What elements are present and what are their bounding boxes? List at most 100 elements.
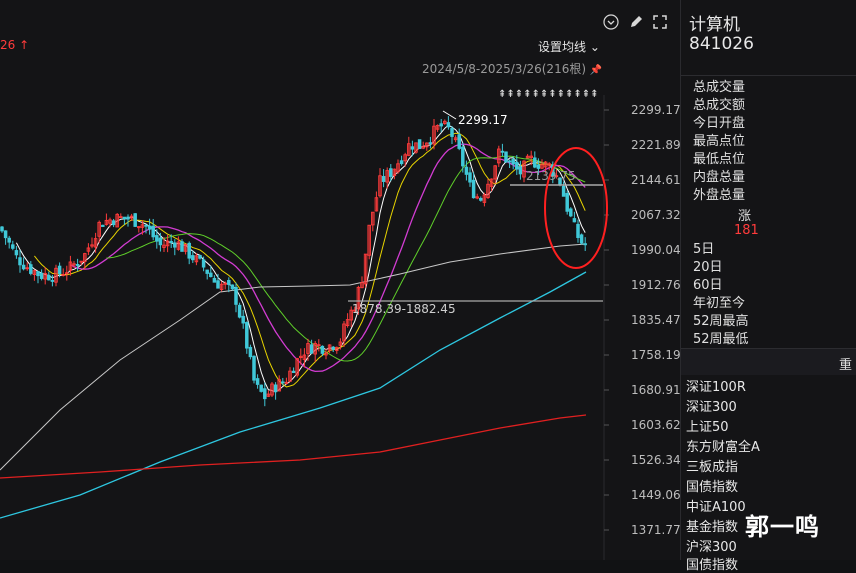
fullscreen-icon[interactable] — [650, 12, 670, 32]
candle-body — [381, 176, 386, 182]
date-range-label: 2024/5/8-2025/3/26(216根) 📌 — [422, 60, 602, 77]
candle-body — [410, 146, 415, 150]
candle-body — [237, 304, 242, 318]
kline-chart-area[interactable]: 2299.17 2221.89 2144.61 2067.32 1990.04 1912.… — [0, 0, 680, 560]
candle-body — [209, 272, 213, 278]
candle-body — [263, 388, 267, 400]
related-item[interactable]: 国债指数 — [686, 554, 738, 573]
ma-settings-dropdown[interactable]: 设置均线 ⌄ — [538, 38, 600, 55]
high-pointer — [442, 110, 457, 120]
candle-body — [576, 223, 580, 238]
y-tick-label: 1603.62 — [631, 418, 680, 432]
candle-body — [3, 230, 8, 239]
candle-body — [450, 128, 454, 137]
candle-body — [399, 160, 404, 165]
candle-body — [291, 370, 296, 374]
related-item[interactable]: 基金指数 — [686, 516, 738, 535]
related-item[interactable]: 三板成指 — [686, 456, 738, 475]
candle-body — [234, 286, 238, 305]
stock-code: 841026 — [689, 34, 754, 54]
pen-draw-icon[interactable] — [626, 12, 646, 32]
candle-body — [36, 271, 40, 277]
related-item[interactable]: 国债指数 — [686, 476, 738, 495]
candle-body — [198, 254, 202, 259]
candle-body — [504, 151, 508, 163]
period-60d: 60日 — [693, 278, 723, 293]
candle-body — [515, 161, 519, 170]
related-header-label: 重 — [839, 358, 853, 373]
y-tick-label: 1371.77 — [631, 523, 680, 537]
stat-outer-volume: 外盘总量 — [693, 188, 746, 203]
candle-body — [187, 242, 191, 259]
candle-body — [507, 160, 512, 163]
period-52w-low: 52周最低 — [693, 332, 749, 347]
candle-body — [457, 134, 461, 149]
candle-body — [227, 279, 231, 285]
y-tick-label: 1990.04 — [631, 243, 680, 257]
candle-body — [101, 224, 105, 227]
candle-body — [511, 158, 515, 165]
candle-body — [572, 218, 577, 223]
related-item[interactable]: 东方财富全A — [686, 436, 760, 455]
related-item[interactable]: 沪深300 — [686, 536, 737, 555]
candle-body — [201, 259, 206, 268]
candle-body — [29, 264, 33, 274]
y-tick-label: 1835.47 — [631, 313, 680, 327]
candle-body — [471, 179, 476, 199]
candle-body — [446, 122, 451, 128]
stock-name: 计算机 — [689, 15, 740, 35]
candle-body — [14, 250, 19, 256]
quote-panel: 计算机 841026 总成交量 总成交额 今日开盘 最高点位 最低点位 内盘总量… — [680, 0, 856, 573]
rise-count: 181 — [734, 223, 759, 238]
candle-body — [122, 216, 127, 220]
candle-body — [18, 257, 22, 266]
candle-body — [75, 263, 80, 266]
candle-body — [569, 208, 573, 217]
period-52w-high: 52周最高 — [693, 314, 749, 329]
candle-body — [259, 384, 263, 392]
candle-body — [144, 224, 148, 227]
kline-chart[interactable]: 2299.17 2221.89 2144.61 2067.32 1990.04 1912.… — [0, 0, 680, 560]
candle-body — [133, 213, 137, 227]
y-tick-label: 2067.32 — [631, 208, 680, 222]
candle-body — [252, 355, 256, 381]
y-tick-label: 1680.91 — [631, 383, 680, 397]
chevron-down-circle-icon[interactable] — [601, 12, 621, 32]
candle-body — [417, 139, 422, 150]
candle-body — [7, 237, 11, 243]
ma250-line — [0, 414, 587, 479]
candle-body — [583, 243, 587, 246]
y-tick-label: 1758.19 — [631, 348, 680, 362]
y-tick-label: 2144.61 — [631, 173, 680, 187]
ma60-line — [0, 243, 587, 471]
period-ytd: 年初至今 — [693, 296, 746, 311]
candle-body — [216, 280, 220, 289]
candle-body — [579, 234, 584, 244]
related-item[interactable]: 上证50 — [686, 416, 729, 435]
related-item[interactable]: 深证100R — [686, 376, 746, 395]
related-item[interactable]: 中证A100 — [686, 496, 746, 515]
stat-open: 今日开盘 — [693, 116, 746, 131]
candle-body — [47, 274, 51, 281]
stat-high: 最高点位 — [693, 134, 746, 149]
candle-body — [561, 185, 566, 197]
y-tick-label: 1526.34 — [631, 453, 680, 467]
candle-body — [169, 241, 173, 243]
ma30-line — [106, 155, 586, 362]
candle-body — [320, 345, 325, 354]
rise-label: 涨 — [738, 209, 752, 224]
y-tick-label: 2299.17 — [631, 103, 680, 117]
candle-body — [50, 279, 55, 282]
candle-body — [464, 166, 469, 175]
related-item[interactable]: 深证300 — [686, 396, 737, 415]
candle-body — [230, 284, 235, 290]
candle-body — [158, 237, 163, 246]
candle-body — [39, 272, 44, 279]
candle-body — [205, 269, 209, 274]
candle-body — [468, 172, 472, 183]
low-range-label: 1878.39-1882.45 — [352, 302, 456, 316]
candle-body — [389, 168, 393, 177]
pin-icon[interactable]: 📌 — [590, 65, 602, 76]
candle-body — [500, 150, 505, 153]
candle-body — [212, 277, 217, 283]
